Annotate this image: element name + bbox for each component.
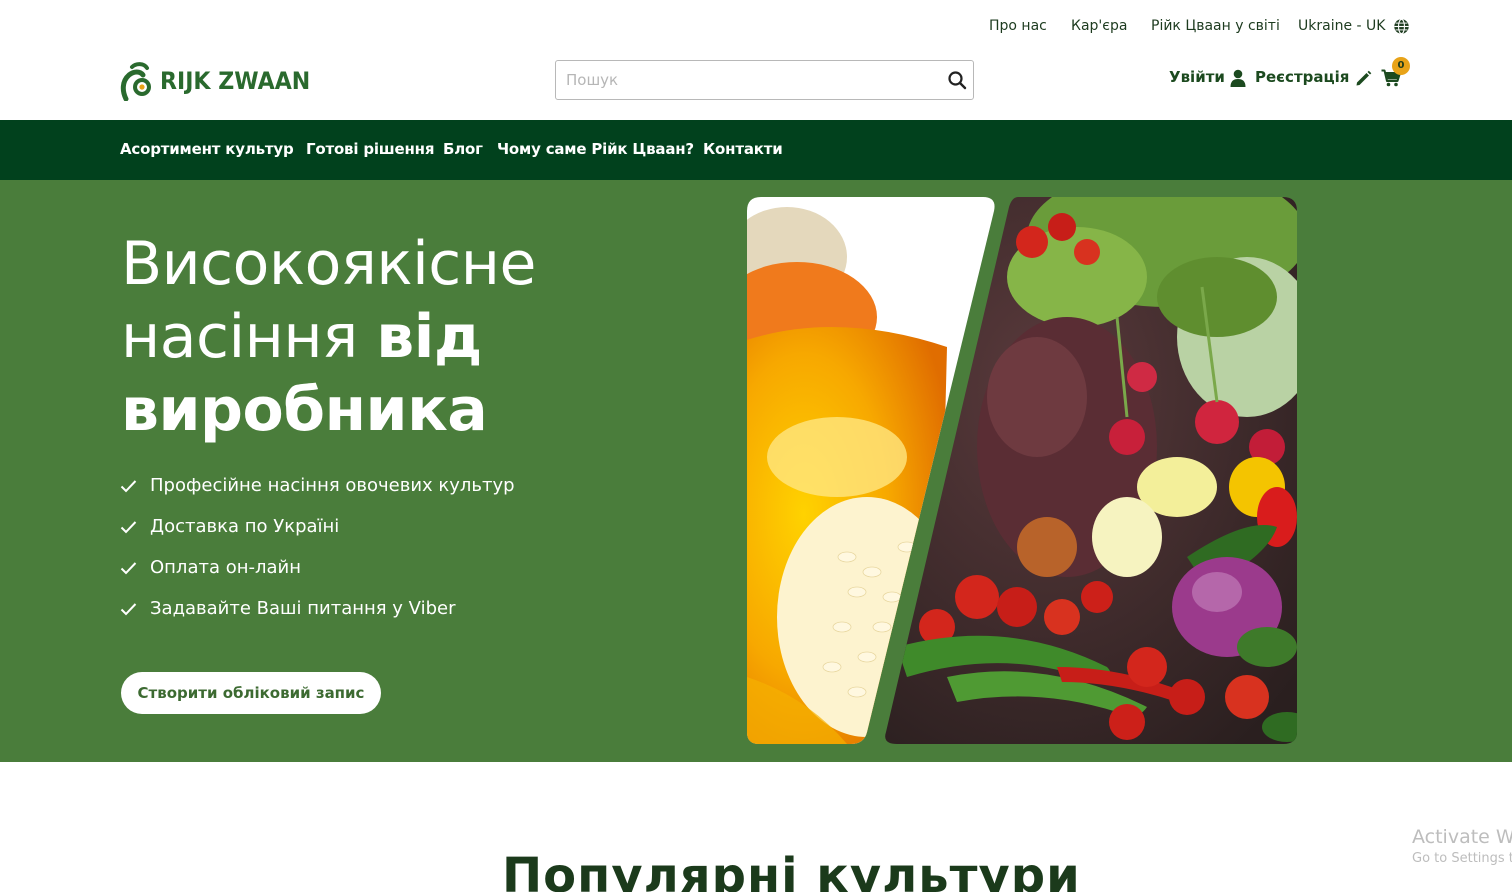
feature-text: Доставка по Україні bbox=[150, 516, 340, 537]
brand-logo[interactable]: RIJK ZWAAN bbox=[120, 60, 323, 102]
feature-text: Задавайте Ваші питання у Viber bbox=[150, 598, 456, 619]
main-nav: Асортимент культур Готові рішення Блог Ч… bbox=[0, 120, 1512, 180]
create-account-button[interactable]: Створити обліковий запис bbox=[121, 672, 381, 714]
user-icon[interactable] bbox=[1230, 69, 1246, 87]
hero-image bbox=[747, 197, 1297, 744]
feature-list: Професійне насіння овочевих культур Дост… bbox=[120, 475, 515, 639]
logo-icon bbox=[120, 62, 151, 101]
check-icon bbox=[120, 521, 137, 534]
list-item: Професійне насіння овочевих культур bbox=[120, 475, 515, 516]
logo-text: RIJK ZWAAN bbox=[160, 67, 311, 95]
hero-title: Високоякісне насіння від виробника bbox=[121, 228, 681, 447]
nav-item-blog[interactable]: Блог bbox=[443, 140, 483, 158]
nav-item-contacts[interactable]: Контакти bbox=[703, 140, 783, 158]
worldwide-link[interactable]: Рійк Цваан у світі bbox=[1151, 18, 1280, 34]
login-link[interactable]: Увійти bbox=[1169, 68, 1225, 86]
check-icon bbox=[120, 562, 137, 575]
hero-title-line3: виробника bbox=[121, 375, 488, 445]
search-box bbox=[555, 60, 974, 100]
globe-icon[interactable] bbox=[1393, 18, 1410, 35]
about-link[interactable]: Про нас bbox=[989, 18, 1047, 34]
careers-link[interactable]: Кар'єра bbox=[1071, 18, 1127, 34]
feature-text: Оплата он-лайн bbox=[150, 557, 301, 578]
locale-selector[interactable]: Ukraine - UK bbox=[1298, 18, 1385, 34]
nav-item-why-us[interactable]: Чому саме Рійк Цваан? bbox=[497, 140, 694, 158]
check-icon bbox=[120, 603, 137, 616]
nav-item-solutions[interactable]: Готові рішення bbox=[306, 140, 434, 158]
search-icon[interactable] bbox=[947, 70, 967, 90]
check-icon bbox=[120, 480, 137, 493]
register-link[interactable]: Реєстрація bbox=[1255, 68, 1349, 86]
top-utility-bar: Про нас Кар'єра Рійк Цваан у світі Ukrai… bbox=[0, 0, 1512, 56]
list-item: Доставка по Україні bbox=[120, 516, 515, 557]
hero-title-line2-bold: від bbox=[376, 302, 482, 372]
hero-section: Високоякісне насіння від виробника Профе… bbox=[0, 180, 1512, 762]
list-item: Оплата он-лайн bbox=[120, 557, 515, 598]
popular-crops-title: Популярні культури bbox=[502, 848, 1081, 892]
list-item: Задавайте Ваші питання у Viber bbox=[120, 598, 515, 639]
feature-text: Професійне насіння овочевих культур bbox=[150, 475, 515, 496]
hero-title-line2: насіння bbox=[121, 302, 377, 372]
search-input[interactable] bbox=[566, 69, 936, 91]
cart-count-badge: 0 bbox=[1392, 57, 1410, 75]
activation-watermark-title: Activate Wi bbox=[1412, 826, 1512, 848]
pencil-icon[interactable] bbox=[1355, 70, 1372, 87]
hero-title-line1: Високоякісне bbox=[121, 229, 536, 299]
nav-item-crops[interactable]: Асортимент культур bbox=[120, 140, 294, 158]
activation-watermark-subtitle: Go to Settings t bbox=[1412, 851, 1512, 866]
